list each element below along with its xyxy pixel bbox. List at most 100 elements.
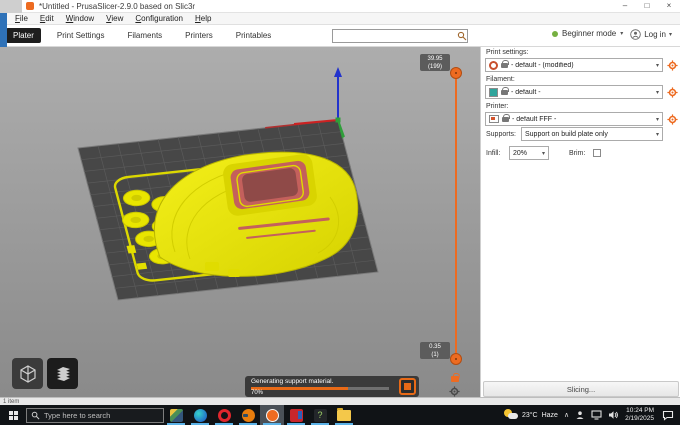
weather-widget[interactable]: 23°C Haze [503,409,558,421]
chevron-down-icon: ▾ [655,116,659,123]
mode-label: Beginner mode [562,29,617,38]
tab-printables[interactable]: Printables [229,28,279,43]
chevron-down-icon: ▾ [655,89,659,96]
progress-bar [251,387,389,390]
menu-view[interactable]: View [101,14,128,23]
system-tray: 23°C Haze ∧ 10:24 PM 2/19/2025 [503,407,680,423]
printer-dropdown[interactable]: - default FFF - ▾ [485,112,663,126]
user-icon [630,29,641,40]
chevron-down-icon: ▾ [541,150,545,157]
supports-dropdown[interactable]: Support on build plate only ▾ [521,127,663,141]
minimize-button[interactable]: – [614,0,636,13]
cancel-slicing-button[interactable] [399,378,416,395]
tab-plater[interactable]: Plater [6,28,41,43]
layer-slider-top-handle[interactable] [450,67,462,79]
menu-edit[interactable]: Edit [35,14,59,23]
taskbar-question-app[interactable]: ? [308,405,332,425]
supports-label: Supports: [486,131,516,138]
infill-label: Infill: [486,150,501,157]
settings-search-input[interactable] [333,30,457,42]
printer-gear-button[interactable] [666,112,679,126]
settings-panel: Print settings: - default - (modified) ▾… [480,47,680,397]
login-label: Log in [644,30,666,39]
taskbar-edge[interactable] [188,405,212,425]
progress-message: Generating support material. [251,378,334,385]
chevron-down-icon: ▾ [668,32,672,38]
maximize-button[interactable]: □ [636,0,658,13]
window-controls: – □ × [614,0,680,13]
weather-temp: 23°C [521,411,538,419]
search-icon [31,411,40,419]
print-settings-gear-button[interactable] [666,58,679,72]
clock-time: 10:24 PM [626,407,654,414]
taskbar-blender[interactable] [236,405,260,425]
bottom-layer-number: (1) [431,352,439,358]
menu-file[interactable]: File [10,14,33,23]
infill-dropdown[interactable]: 20% ▾ [509,146,549,160]
slicing-progress-dialog: Generating support material. 70% [245,376,419,397]
taskbar-opera[interactable] [212,405,236,425]
print-settings-label: Print settings: [486,49,529,56]
chevron-down-icon: ▾ [655,62,659,69]
taskbar-search-input[interactable] [44,410,159,420]
gear-icon [667,59,678,71]
tab-print-settings[interactable]: Print Settings [50,28,112,43]
speaker-tray-icon[interactable] [608,410,619,420]
close-button[interactable]: × [658,0,680,13]
main-area: 39.95 (199) 0.35 (1) Generating support … [0,47,680,397]
filament-gear-button[interactable] [666,85,679,99]
slice-button-label: Slicing... [566,384,596,394]
taskbar-prusaslicer[interactable] [260,405,284,425]
layer-slider-track[interactable] [455,72,457,358]
top-layer-number: (199) [427,64,442,70]
3d-viewport[interactable]: 39.95 (199) 0.35 (1) Generating support … [0,47,480,397]
layer-slider-top-tooltip: 39.95 (199) [420,54,450,71]
slice-now-button[interactable]: Slicing... [483,381,679,397]
taskbar: ? 23°C Haze ∧ [0,405,680,425]
filament-label: Filament: [486,76,515,83]
chevron-down-icon: ▾ [620,31,624,37]
tray-overflow-chevron-icon[interactable]: ∧ [564,411,569,419]
slider-gear-icon[interactable] [449,384,460,397]
menu-window[interactable]: Window [61,14,99,23]
layers-cube-icon [56,366,70,381]
brim-checkbox[interactable] [593,149,601,157]
taskbar-clock[interactable]: 10:24 PM 2/19/2025 [625,407,654,423]
tab-filaments[interactable]: Filaments [120,28,169,43]
search-icon [457,31,467,41]
taskbar-red-app[interactable] [284,405,308,425]
mode-selector[interactable]: Beginner mode ▾ [552,29,623,38]
folder-icon [337,407,351,421]
screen: *Untitled - PrusaSlicer-2.9.0 based on S… [0,0,680,425]
gear-icon [667,113,678,125]
settings-search-box [332,29,468,43]
lock-icon [501,86,509,95]
clock-date: 2/19/2025 [625,415,654,422]
3d-editor-view-button[interactable] [12,358,43,389]
menu-help[interactable]: Help [190,14,216,23]
taskbar-search-box [26,407,164,423]
print-settings-dropdown[interactable]: - default - (modified) ▾ [485,58,663,72]
filament-value: - default - [511,88,541,96]
window-title: *Untitled - PrusaSlicer-2.9.0 based on S… [39,1,196,11]
tab-printers[interactable]: Printers [178,28,220,43]
item-count: 1 item [3,398,20,405]
user-tray-icon[interactable] [575,410,585,420]
brim-label: Brim: [569,150,586,157]
start-button[interactable] [0,405,26,425]
login-button[interactable]: Log in ▾ [630,29,672,40]
taskbar-photos-app[interactable] [164,405,188,425]
menu-bar: File Edit Window View Configuration Help [0,13,680,25]
taskbar-file-explorer[interactable] [332,405,356,425]
layer-slider-bottom-handle[interactable] [450,353,462,365]
display-tray-icon[interactable] [591,410,602,420]
photos-app-icon [169,408,183,422]
notification-icon [662,410,674,421]
menu-configuration[interactable]: Configuration [130,14,188,23]
filament-dropdown[interactable]: - default - ▾ [485,85,663,99]
supports-value: Support on build plate only [525,130,608,138]
action-center-button[interactable] [660,408,676,422]
print-settings-value: - default - (modified) [511,61,574,69]
prusaslicer-app-icon [26,2,34,10]
preview-view-button[interactable] [47,358,78,389]
